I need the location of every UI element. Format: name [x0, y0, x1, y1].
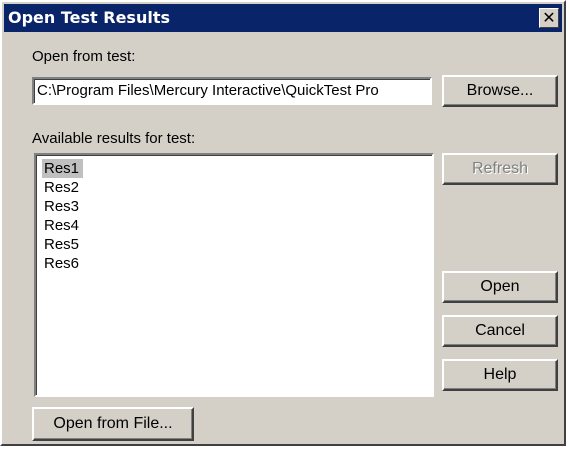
test-path-field[interactable]: C:\Program Files\Mercury Interactive\Qui… — [32, 77, 432, 105]
browse-button[interactable]: Browse... — [442, 75, 558, 107]
open-from-file-button[interactable]: Open from File... — [32, 407, 194, 441]
open-button[interactable]: Open — [442, 271, 558, 303]
list-item[interactable]: Res2 — [42, 178, 83, 197]
list-item[interactable]: Res5 — [42, 235, 83, 254]
close-button[interactable]: ✕ — [539, 8, 559, 28]
list-item[interactable]: Res6 — [42, 254, 83, 273]
close-icon: ✕ — [542, 8, 556, 27]
cancel-button[interactable]: Cancel — [442, 315, 558, 347]
title-bar: Open Test Results ✕ — [4, 4, 562, 32]
list-item[interactable]: Res3 — [42, 197, 83, 216]
list-item[interactable]: Res4 — [42, 216, 83, 235]
open-from-test-label: Open from test: — [32, 48, 136, 65]
help-button[interactable]: Help — [442, 359, 558, 391]
refresh-button[interactable]: Refresh — [442, 153, 558, 185]
open-test-results-dialog: Open Test Results ✕ Open from test: C:\P… — [0, 0, 566, 446]
results-list[interactable]: Res1 Res2 Res3 Res4 Res5 Res6 — [34, 153, 434, 397]
list-item[interactable]: Res1 — [42, 159, 84, 178]
available-results-label: Available results for test: — [32, 130, 196, 147]
window-title: Open Test Results — [8, 8, 170, 27]
